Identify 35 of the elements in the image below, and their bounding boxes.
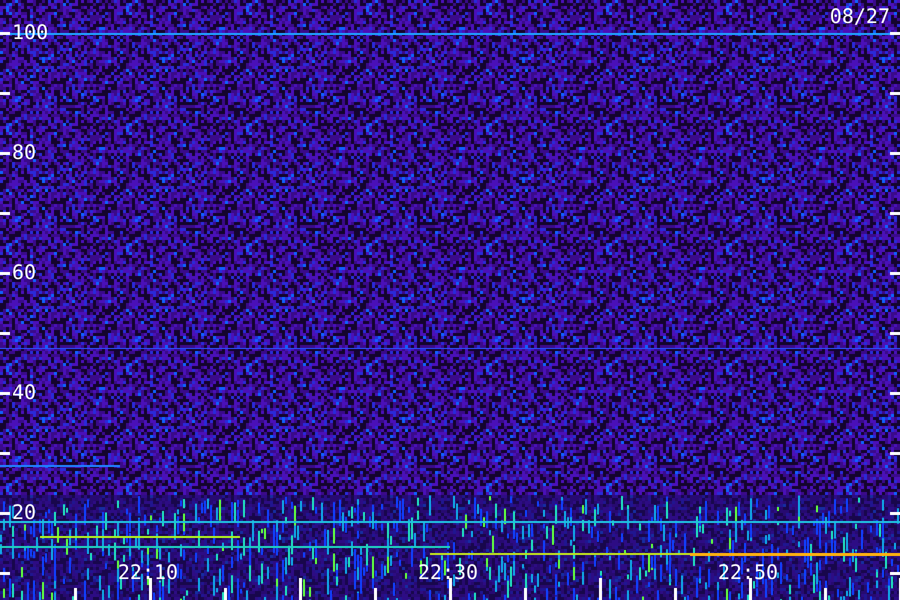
tick-mark bbox=[0, 272, 10, 275]
tick-mark bbox=[0, 152, 10, 155]
tick-mark bbox=[674, 588, 677, 600]
tick-mark bbox=[0, 332, 10, 335]
tick-mark bbox=[0, 212, 10, 215]
tick-mark bbox=[890, 572, 900, 575]
tick-mark bbox=[0, 572, 10, 575]
tick-mark bbox=[890, 452, 900, 455]
axis-label: 60 bbox=[12, 262, 36, 282]
tick-mark bbox=[890, 32, 900, 35]
tick-mark bbox=[0, 452, 10, 455]
tick-mark bbox=[0, 32, 10, 35]
tick-mark bbox=[0, 392, 10, 395]
axis-label: 80 bbox=[12, 142, 36, 162]
tick-mark bbox=[890, 332, 900, 335]
tick-mark bbox=[374, 588, 377, 600]
tick-mark bbox=[0, 92, 10, 95]
tick-mark bbox=[599, 578, 602, 600]
tick-mark bbox=[524, 588, 527, 600]
tick-mark bbox=[299, 578, 302, 600]
tick-mark bbox=[890, 392, 900, 395]
tick-mark bbox=[824, 588, 827, 600]
tick-mark bbox=[890, 512, 900, 515]
date-label: 08/27 bbox=[830, 6, 890, 26]
tick-mark bbox=[224, 588, 227, 600]
tick-mark bbox=[149, 578, 152, 600]
tick-mark bbox=[890, 92, 900, 95]
tick-mark bbox=[890, 272, 900, 275]
tick-mark bbox=[749, 578, 752, 600]
tick-mark bbox=[449, 578, 452, 600]
tick-mark bbox=[0, 512, 10, 515]
tick-mark bbox=[74, 588, 77, 600]
tick-mark bbox=[890, 152, 900, 155]
axis-label: 40 bbox=[12, 382, 36, 402]
tick-mark bbox=[890, 212, 900, 215]
